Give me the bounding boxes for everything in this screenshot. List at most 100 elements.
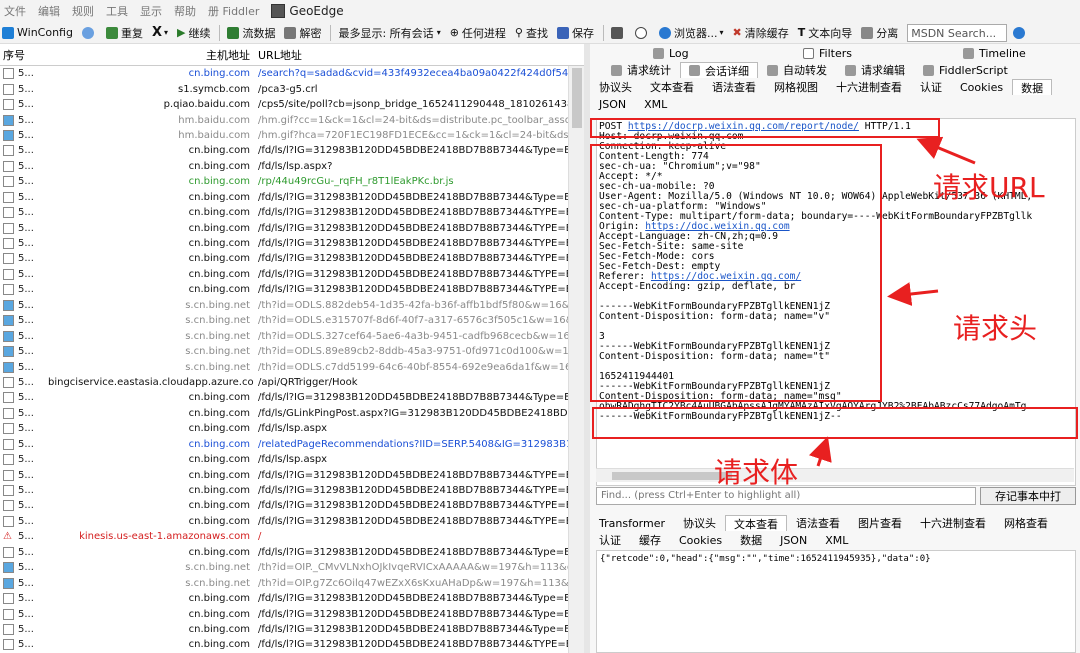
menu-view[interactable]: 显示 [140, 3, 162, 19]
req-tab-headers[interactable]: 协议头 [590, 79, 641, 95]
session-row[interactable]: 5... s.cn.bing.net/th?id=ODLS.882deb54-1d… [0, 298, 584, 313]
tab-autoresponder[interactable]: 自动转发 [758, 62, 836, 78]
session-row[interactable]: 5... s.cn.bing.net/th?id=OIP.g7Zc6Oilq47w… [0, 575, 584, 590]
resp-tab-raw[interactable]: 数据 [731, 532, 771, 548]
resp-tab-caching[interactable]: 缓存 [630, 532, 670, 548]
session-row[interactable]: 5... p.qiao.baidu.com/cps5/site/poll?cb=j… [0, 97, 584, 112]
response-text[interactable]: {"retcode":0,"head":{"msg":"","time":165… [596, 550, 1076, 653]
session-row[interactable]: 5... cn.bing.com/fd/ls/l?IG=312983B120DD4… [0, 251, 584, 266]
resp-tab-webview[interactable]: 网格查看 [995, 515, 1057, 531]
req-tab-cookies[interactable]: Cookies [951, 79, 1012, 95]
remove-button[interactable]: X ▾ [152, 25, 168, 40]
resp-tab-hexview[interactable]: 十六进制查看 [911, 515, 995, 531]
msdn-search-input[interactable]: MSDN Search... [907, 23, 1008, 42]
decode-button[interactable]: 解密 [284, 25, 321, 41]
session-row[interactable]: 5... cn.bing.com/fd/ls/l?IG=312983B120DD4… [0, 220, 584, 235]
process-filter-button[interactable]: ⊕ 任何进程 [450, 25, 506, 41]
request-hscrollbar[interactable] [596, 468, 1074, 482]
session-row[interactable]: 5... cn.bing.com/fd/ls/l?IG=312983B120DD4… [0, 190, 584, 205]
session-row[interactable]: 5... cn.bing.com/fd/ls/l?IG=312983B120DD4… [0, 282, 584, 297]
menu-help[interactable]: 帮助 [174, 3, 196, 19]
replay-button[interactable]: 重复 [105, 25, 143, 41]
menu-edit[interactable]: 编辑 [38, 3, 60, 19]
session-row[interactable]: 5... s.cn.bing.net/th?id=OIP._CMvVLNxhOJk… [0, 560, 584, 575]
timer-button[interactable] [634, 26, 650, 39]
find-button[interactable]: ⚲ 查找 [515, 25, 548, 41]
column-number-header[interactable]: 序号 [0, 47, 48, 63]
session-row[interactable]: 5... cn.bing.com/fd/ls/l?IG=312983B120DD4… [0, 390, 584, 405]
req-tab-textview[interactable]: 文本查看 [641, 79, 703, 95]
tab-composer[interactable]: 请求编辑 [836, 62, 914, 78]
geoedge-menu[interactable]: GeoEdge [271, 4, 344, 18]
session-row[interactable]: 5... cn.bing.com/fd/ls/l?IG=312983B120DD4… [0, 483, 584, 498]
menu-tools[interactable]: 工具 [106, 3, 128, 19]
help-button[interactable] [1013, 26, 1028, 39]
browse-button[interactable]: 浏览器... ▾ [658, 25, 724, 41]
resp-tab-syntaxview[interactable]: 语法查看 [787, 515, 849, 531]
session-row[interactable]: 5... cn.bing.com/fd/ls/l?IG=312983B120DD4… [0, 637, 584, 652]
req-tab-hexview[interactable]: 十六进制查看 [827, 79, 911, 95]
go-button[interactable]: ▶ 继续 [177, 25, 210, 41]
session-row[interactable]: 5... cn.bing.com/fd/ls/l?IG=312983B120DD4… [0, 606, 584, 621]
menu-fiddler[interactable]: 册 Fiddler [208, 3, 259, 19]
session-row[interactable]: 5... s1.symcb.com/pca3-g5.crl [0, 81, 584, 96]
resp-tab-auth[interactable]: 认证 [590, 532, 630, 548]
comment-button[interactable] [81, 26, 97, 39]
session-row[interactable]: 5... cn.bing.com/fd/ls/l?IG=312983B120DD4… [0, 236, 584, 251]
session-row[interactable]: 5... s.cn.bing.net/th?id=ODLS.e315707f-8d… [0, 313, 584, 328]
session-row[interactable]: ⚠ 5... kinesis.us-east-1.amazonaws.com / [0, 529, 584, 544]
resp-tab-headers[interactable]: 协议头 [674, 515, 725, 531]
session-row[interactable]: 5... hm.baidu.com/hm.gif?cc=1&ck=1&cl=24-… [0, 112, 584, 127]
session-row[interactable]: 5... cn.bing.com/fd/ls/l?IG=312983B120DD4… [0, 205, 584, 220]
session-row[interactable]: 5... cn.bing.com/fd/ls/GLinkPingPost.aspx… [0, 406, 584, 421]
tearoff-button[interactable]: 分离 [861, 25, 898, 41]
session-row[interactable]: 5... s.cn.bing.net/th?id=ODLS.327cef64-5a… [0, 328, 584, 343]
resp-tab-cookies[interactable]: Cookies [670, 532, 731, 548]
winconfig-button[interactable]: WinConfig [2, 26, 73, 39]
session-row[interactable]: 5... cn.bing.com/relatedPageRecommendatio… [0, 437, 584, 452]
column-url-header[interactable]: URL地址 [254, 47, 302, 63]
menu-file[interactable]: 文件 [4, 3, 26, 19]
req-tab-webforms[interactable]: 网格视图 [765, 79, 827, 95]
req-tab-raw[interactable]: 数据 [1012, 79, 1053, 95]
column-host-header[interactable]: 主机地址 [48, 47, 254, 63]
session-row[interactable]: 5... cn.bing.com/fd/ls/lsp.aspx [0, 452, 584, 467]
resp-tab-transformer[interactable]: Transformer [590, 515, 674, 531]
resp-tab-json[interactable]: JSON [771, 532, 816, 548]
tab-timeline[interactable]: Timeline [954, 45, 1035, 61]
req-tab-auth[interactable]: 认证 [911, 79, 951, 95]
req-tab-xml[interactable]: XML [635, 96, 676, 112]
session-row[interactable]: 5... cn.bing.com/fd/ls/l?IG=312983B120DD4… [0, 467, 584, 482]
session-row[interactable]: 5... cn.bing.com/fd/ls/l?IG=312983B120DD4… [0, 498, 584, 513]
tab-inspectors[interactable]: 会话详细 [680, 62, 758, 78]
session-row[interactable]: 5... cn.bing.com/fd/ls/l?IG=312983B120DD4… [0, 514, 584, 529]
session-row[interactable]: 5... s.cn.bing.net/th?id=ODLS.c7dd5199-64… [0, 359, 584, 374]
session-row[interactable]: 5... cn.bing.com/fd/ls/lsp.aspx [0, 421, 584, 436]
screenshot-button[interactable] [610, 26, 626, 39]
session-row[interactable]: 5... cn.bing.com/fd/ls/l?IG=312983B120DD4… [0, 622, 584, 637]
stream-button[interactable]: 流数据 [227, 25, 275, 41]
menu-rules[interactable]: 规则 [72, 3, 94, 19]
session-list-scrollbar[interactable] [568, 66, 584, 653]
tab-statistics[interactable]: 请求统计 [602, 62, 680, 78]
tab-log[interactable]: Log [644, 45, 794, 61]
session-row[interactable]: 5... cn.bing.com/fd/ls/l?IG=312983B120DD4… [0, 591, 584, 606]
tab-fiddlerscript[interactable]: FiddlerScript [914, 62, 1017, 78]
tab-filters[interactable]: Filters [794, 45, 954, 61]
session-row[interactable]: 5... cn.bing.com/fd/ls/l?IG=312983B120DD4… [0, 545, 584, 560]
session-row[interactable]: 5... s.cn.bing.net/th?id=ODLS.89e89cb2-8d… [0, 344, 584, 359]
session-row[interactable]: 5... cn.bing.com/search?q=sadad&cvid=433f… [0, 66, 584, 81]
resp-tab-textview[interactable]: 文本查看 [725, 515, 788, 531]
req-tab-syntaxview[interactable]: 语法查看 [703, 79, 765, 95]
session-row[interactable]: 5... cn.bing.com/rp/44u49rcGu-_rqFH_r8T1l… [0, 174, 584, 189]
view-in-notepad-button[interactable]: 存记事本中打 [980, 487, 1076, 505]
session-row[interactable]: 5... cn.bing.com/fd/ls/lsp.aspx? [0, 159, 584, 174]
resp-tab-imageview[interactable]: 图片查看 [849, 515, 911, 531]
keep-sessions-dropdown[interactable]: 最多显示: 所有会话 ▾ [338, 25, 440, 41]
save-button[interactable]: 保存 [556, 25, 594, 41]
resp-tab-xml[interactable]: XML [816, 532, 857, 548]
text-wizard-button[interactable]: T 文本向导 [798, 25, 853, 41]
session-row[interactable]: 5... bingciservice.eastasia.cloudapp.azur… [0, 375, 584, 390]
scrollbar-thumb[interactable] [572, 68, 582, 128]
session-row[interactable]: 5... cn.bing.com/fd/ls/l?IG=312983B120DD4… [0, 267, 584, 282]
